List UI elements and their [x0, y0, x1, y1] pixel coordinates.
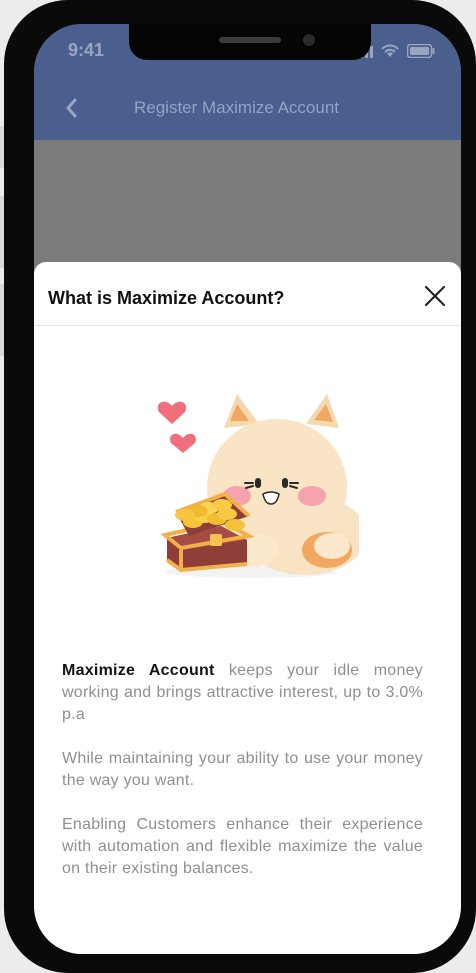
description-paragraph-1: Maximize Account keeps your idle money w… — [62, 660, 423, 726]
account-name-highlight: Maximize Account — [62, 662, 215, 679]
description-paragraph-3: Enabling Customers enhance their experie… — [62, 816, 423, 877]
camera — [303, 34, 315, 46]
back-button[interactable] — [60, 96, 84, 120]
modal-description: Maximize Account keeps your idle money w… — [62, 660, 423, 902]
chevron-left-icon — [60, 98, 84, 124]
modal-title: What is Maximize Account? — [48, 288, 285, 308]
app-header: 9:41 Register Maximize Account — [34, 24, 461, 140]
notch — [129, 24, 371, 60]
description-paragraph-2: While maintaining your ability to use yo… — [62, 750, 423, 789]
speaker — [219, 37, 281, 43]
mascot-illustration — [119, 390, 367, 580]
screen: 9:41 Register Maximize Account What is M… — [34, 24, 461, 954]
battery-icon — [406, 43, 435, 63]
info-modal: What is Maximize Account? Maximize Accou… — [34, 262, 461, 954]
phone-frame: 9:41 Register Maximize Account What is M… — [4, 0, 476, 973]
close-icon — [423, 285, 447, 312]
status-time: 9:41 — [68, 40, 105, 60]
modal-header: What is Maximize Account? — [34, 262, 461, 326]
wifi-icon — [381, 44, 399, 63]
cat-with-treasure-chest-icon — [157, 394, 367, 578]
page-title: Register Maximize Account — [134, 98, 340, 117]
close-button[interactable] — [423, 284, 447, 308]
